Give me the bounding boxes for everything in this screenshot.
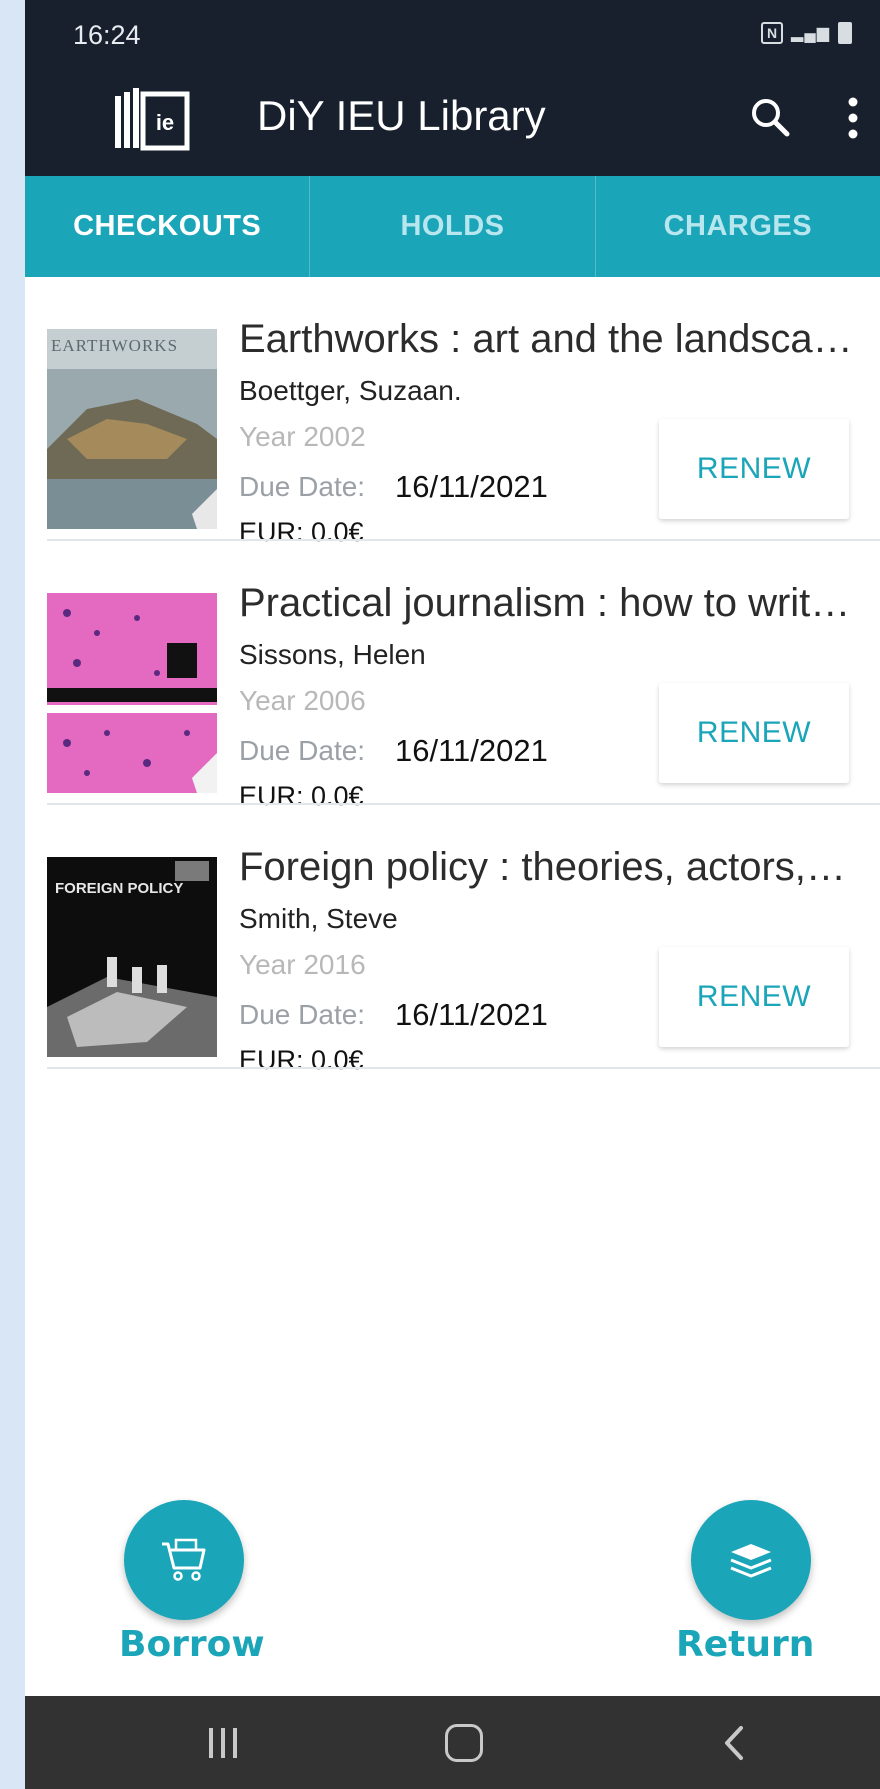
library-logo: ie <box>115 88 190 151</box>
book-title: Foreign policy : theories, actors,… <box>239 845 846 889</box>
book-cover-journalism <box>47 593 217 793</box>
tab-charges[interactable]: CHARGES <box>594 176 880 277</box>
borrow-button[interactable] <box>124 1500 244 1620</box>
app-bar: ie DiY IEU Library <box>25 64 880 176</box>
nfc-icon: N <box>761 22 784 44</box>
back-icon[interactable] <box>719 1724 749 1762</box>
tab-bar: CHECKOUTS HOLDS CHARGES <box>25 176 880 277</box>
phone-screen: 16:24 N ▂▄▆ ie DiY IEU Library CHECKOUTS… <box>25 0 880 1789</box>
logo-text: ie <box>156 110 174 135</box>
recent-apps-icon[interactable] <box>203 1726 243 1760</box>
tab-holds[interactable]: HOLDS <box>309 176 594 277</box>
svg-text:FOREIGN POLICY: FOREIGN POLICY <box>55 880 183 897</box>
battery-icon <box>838 22 852 44</box>
system-nav-bar <box>25 1696 880 1789</box>
renew-button[interactable]: RENEW <box>659 419 849 519</box>
book-cover-earthworks: EARTHWORKS <box>47 329 217 529</box>
cart-icon <box>162 1538 206 1581</box>
more-vert-icon[interactable] <box>835 92 871 144</box>
home-icon[interactable] <box>445 1724 483 1762</box>
list-item[interactable]: FOREIGN POLICY Foreign policy : theories… <box>25 805 880 1075</box>
book-year: Year 2016 <box>239 949 366 980</box>
return-button[interactable] <box>691 1500 811 1620</box>
borrow-label[interactable]: Borrow <box>119 1624 265 1665</box>
due-date-value: 16/11/2021 <box>395 469 548 504</box>
book-cover-foreign-policy: FOREIGN POLICY <box>47 857 217 1057</box>
app-title: DiY IEU Library <box>257 92 546 139</box>
status-time: 16:24 <box>73 20 141 50</box>
book-author: Smith, Steve <box>239 903 398 934</box>
status-bar: 16:24 N ▂▄▆ <box>25 0 880 64</box>
due-date-label: Due Date: <box>239 999 366 1030</box>
renew-button[interactable]: RENEW <box>659 683 849 783</box>
search-icon[interactable] <box>745 92 797 144</box>
return-label[interactable]: Return <box>676 1624 814 1665</box>
charge-amount: EUR: 0.0€ <box>239 1045 364 1075</box>
book-year: Year 2002 <box>239 421 366 452</box>
svg-text:EARTHWORKS: EARTHWORKS <box>51 336 178 355</box>
book-title: Practical journalism : how to writ… <box>239 581 851 625</box>
list-item[interactable]: EARTHWORKS Earthworks : art and the land… <box>25 277 880 547</box>
tab-checkouts[interactable]: CHECKOUTS <box>25 176 309 277</box>
divider <box>47 1067 880 1069</box>
book-title: Earthworks : art and the landsca… <box>239 317 853 361</box>
due-date-value: 16/11/2021 <box>395 997 548 1032</box>
book-author: Sissons, Helen <box>239 639 426 670</box>
list-item[interactable]: Practical journalism : how to writ… Siss… <box>25 541 880 811</box>
top-app-area: 16:24 N ▂▄▆ ie DiY IEU Library <box>25 0 880 176</box>
renew-button[interactable]: RENEW <box>659 947 849 1047</box>
book-author: Boettger, Suzaan. <box>239 375 462 406</box>
due-date-label: Due Date: <box>239 471 366 502</box>
book-year: Year 2006 <box>239 685 366 716</box>
due-date-value: 16/11/2021 <box>395 733 548 768</box>
books-stack-icon <box>730 1544 772 1578</box>
due-date-label: Due Date: <box>239 735 366 766</box>
status-icons: N ▂▄▆ <box>761 22 852 44</box>
signal-icon: ▂▄▆ <box>791 25 830 42</box>
